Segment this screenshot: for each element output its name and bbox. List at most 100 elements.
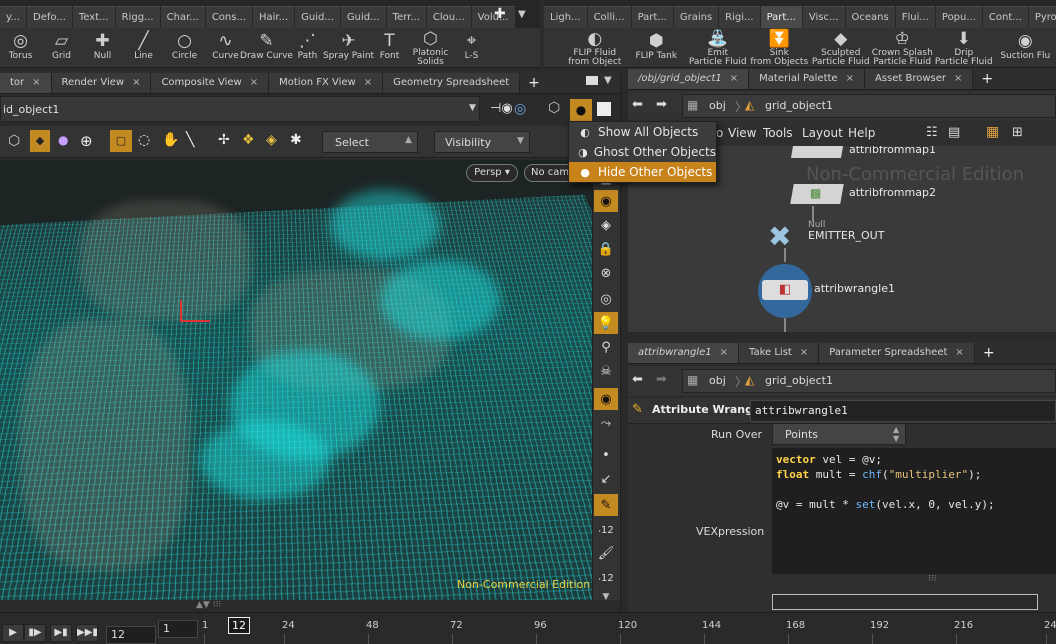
shelf-tab[interactable]: Hair... — [253, 6, 295, 28]
shelf-tab[interactable]: Popu... — [935, 6, 982, 28]
tool-sink[interactable]: ⏬ Sink from Objects — [749, 28, 811, 67]
add-network-tab-icon[interactable]: + — [973, 69, 1001, 89]
tool-draw-curve[interactable]: ✎ Draw Curve — [240, 28, 293, 67]
shelf-tab[interactable]: Part... — [631, 6, 673, 28]
box-select-icon[interactable]: ▢ — [110, 130, 132, 152]
shading-icon[interactable]: ◎ — [594, 288, 618, 310]
shelf-tab[interactable]: Terr... — [386, 6, 426, 28]
tab-render-view[interactable]: Render View × — [51, 72, 152, 93]
run-over-dropdown[interactable]: Points ▲ ▼ — [772, 423, 906, 445]
param-path-root[interactable]: obj — [709, 374, 726, 387]
node-name-field[interactable]: attribwrangle1 — [750, 400, 1056, 422]
menu-view[interactable]: View — [728, 126, 756, 140]
tool-null[interactable]: ✚ Null — [82, 28, 123, 67]
tool-sculpted[interactable]: ◆ Sculpted Particle Fluid — [810, 28, 872, 67]
path-root[interactable]: obj — [709, 99, 726, 112]
menu-item-hide-other-objects[interactable]: ● Hide Other Objects — [569, 162, 716, 182]
tab-scene-viewer[interactable]: tor × — [0, 72, 52, 93]
shelf-tab[interactable]: Char... — [160, 6, 205, 28]
view-cube-icon[interactable]: ⬡ — [548, 100, 560, 116]
splitter-arrows-icon[interactable]: ▲▼ ⁝⁝⁝ — [196, 600, 221, 610]
tool-platonic[interactable]: ⬡ Platonic Solids — [410, 28, 451, 67]
path-node[interactable]: grid_object1 — [765, 99, 833, 112]
pane-maximize-icon[interactable] — [586, 76, 598, 85]
tool-lsystem[interactable]: ⌖ L-S — [451, 28, 492, 67]
brush-display-icon[interactable]: 🖌 — [594, 542, 618, 564]
forward-arrow-icon[interactable]: ➡ — [656, 97, 667, 112]
tool-drip[interactable]: ⬇ Drip Particle Fluid — [933, 28, 995, 67]
color-palette-icon[interactable]: ▦ — [986, 124, 999, 140]
visibility-dropdown[interactable]: Visibility ▼ — [434, 131, 530, 153]
menu-layout[interactable]: Layout — [802, 126, 843, 140]
shelf-tab[interactable]: Grains — [673, 6, 719, 28]
tab-composite-view[interactable]: Composite View × — [151, 72, 270, 93]
tool-emit[interactable]: ⛲ Emit Particle Fluid — [687, 28, 749, 67]
viewer-path-bar[interactable]: id_object1 ▼ — [0, 96, 480, 122]
tab-parameters[interactable]: attribwrangle1 × — [628, 342, 739, 363]
tool-font[interactable]: T Font — [369, 28, 410, 67]
select-visible-icon[interactable]: ✢ — [218, 132, 230, 148]
laser-select-icon[interactable]: ╲ — [186, 132, 194, 148]
resize-grip-icon[interactable]: ⁝⁝⁝ — [928, 574, 937, 584]
shelf-tab[interactable]: Guid... — [295, 6, 340, 28]
tool-line[interactable]: ╱ Line — [123, 28, 164, 67]
shelf-tab[interactable]: Oceans — [845, 6, 895, 28]
shelf-tab[interactable]: Rigg... — [115, 6, 160, 28]
shelf-tab[interactable]: Clou... — [426, 6, 471, 28]
point-normal-icon[interactable]: ⚲ — [594, 336, 618, 358]
menu-help[interactable]: Help — [848, 126, 875, 140]
tool-spray-paint[interactable]: ✈ Spray Paint — [323, 28, 374, 67]
grid-view-icon[interactable]: ⊞ — [1012, 125, 1023, 140]
brush-select-icon[interactable]: ✋ — [162, 132, 179, 148]
tool-circle[interactable]: ○ Circle — [164, 28, 205, 67]
tab-asset-browser[interactable]: Asset Browser × — [864, 68, 974, 89]
tool-crown[interactable]: ♔ Crown Splash Particle Fluid — [872, 28, 934, 67]
cancel-icon[interactable]: ⊗ — [594, 262, 618, 284]
param-back-icon[interactable]: ⬅ — [632, 372, 643, 387]
tab-network-editor[interactable]: /obj/grid_object1 × — [628, 68, 750, 89]
points-mode-icon[interactable]: ◆ — [30, 130, 50, 152]
back-arrow-icon[interactable]: ⬅ — [632, 97, 643, 112]
param-path-node[interactable]: grid_object1 — [765, 374, 833, 387]
pane-menu-icon[interactable]: ▼ — [604, 75, 612, 86]
visibility-toggle-icon[interactable]: ● — [570, 99, 592, 121]
play-button[interactable]: ▶▮ — [50, 624, 72, 642]
select-pick-icon[interactable]: ✱ — [290, 132, 302, 148]
select-mode-dropdown[interactable]: Select ▲ — [322, 131, 418, 153]
shelf-tab[interactable]: Text... — [72, 6, 115, 28]
null-node-icon[interactable]: ✖ — [768, 220, 791, 253]
scene-viewport[interactable]: Persp ▾ No cam Non-Commercial Edition — [0, 160, 592, 600]
persp-menu[interactable]: Persp ▾ — [466, 164, 518, 182]
play-reverse-button[interactable]: ▶ — [2, 624, 24, 642]
list-view-icon[interactable]: ▤ — [948, 125, 960, 140]
shelf-tab[interactable]: Pyro... — [1028, 6, 1056, 28]
add-pane-tab-icon[interactable]: + — [520, 73, 548, 93]
link-icon[interactable]: ◎ — [514, 101, 526, 117]
shelf-tab[interactable]: Visc... — [802, 6, 845, 28]
transform-handle-icon[interactable]: ⊕ — [80, 132, 93, 150]
attribwrangle1-node[interactable]: ◧ — [758, 264, 812, 318]
tool-path[interactable]: ⋰ Path — [287, 28, 328, 67]
tab-parameter-spreadsheet[interactable]: Parameter Spreadsheet × — [819, 342, 975, 363]
shelf-tab[interactable]: Guid... — [340, 6, 386, 28]
start-frame-field[interactable]: 1 — [158, 620, 198, 638]
lasso-select-icon[interactable]: ◌ — [138, 132, 150, 148]
select-connected-icon[interactable]: ◈ — [266, 132, 277, 148]
snap-icon[interactable]: ⤳ — [594, 412, 618, 434]
camera-display-icon[interactable]: ◉ — [594, 388, 618, 410]
step-forward-button[interactable]: ▮▶ — [24, 624, 46, 642]
toolbar-down-icon[interactable]: ▼ — [594, 586, 618, 608]
vertex-numbers-icon[interactable]: ⸳12 — [594, 518, 618, 540]
shelf-tab[interactable]: Rigi... — [719, 6, 760, 28]
light-icon[interactable]: 💡 — [594, 312, 618, 334]
tab-motion-fx-view[interactable]: Motion FX View × — [269, 72, 384, 93]
extra-param-field[interactable] — [772, 594, 1038, 610]
point-numbers-icon[interactable]: ✎ — [594, 494, 618, 516]
tool-curve[interactable]: ∿ Curve — [205, 28, 246, 67]
jump-end-button[interactable]: ▶▶▮ — [76, 624, 98, 642]
tab-take-list[interactable]: Take List × — [739, 342, 820, 363]
add-shelf-tab-icon[interactable]: ✚ — [494, 6, 506, 22]
vertex-icon[interactable]: ● — [58, 133, 68, 147]
tab-material-palette[interactable]: Material Palette × — [749, 68, 865, 89]
shelf-dropdown-icon[interactable]: ▼ — [518, 9, 526, 20]
